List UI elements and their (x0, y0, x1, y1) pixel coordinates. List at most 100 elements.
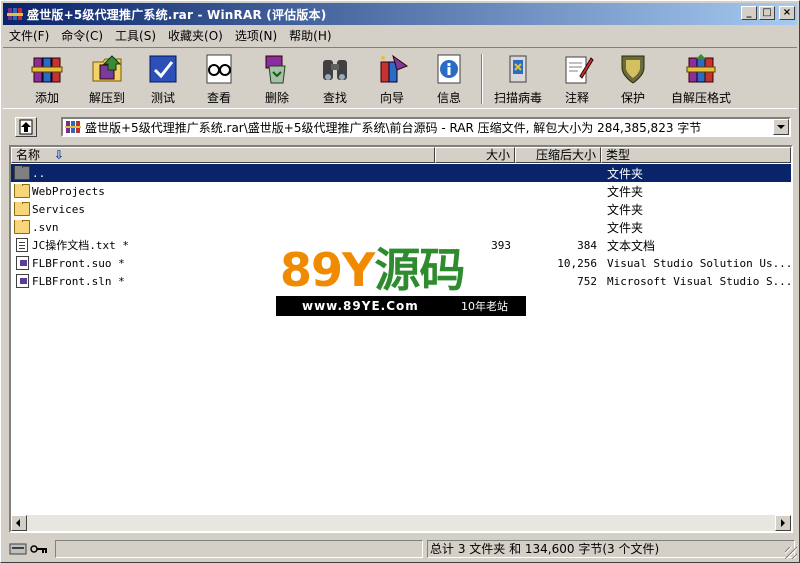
scroll-left-button[interactable] (11, 515, 27, 531)
archive-icon (65, 120, 81, 134)
column-size-header[interactable]: 大小 (435, 147, 515, 163)
scroll-right-button[interactable] (775, 515, 791, 531)
path-combobox[interactable]: 盛世版+5级代理推广系统.rar\盛世版+5级代理推广系统\前台源码 - RAR… (61, 117, 791, 137)
file-list[interactable]: 名称 ⇩ 大小 压缩后大小 类型 .. 文件夹 WebProjects 文件夹 … (9, 145, 793, 533)
horizontal-scrollbar[interactable] (11, 515, 791, 531)
file-type: 文件夹 (607, 220, 644, 235)
status-bar: 总计 3 文件夹 和 134,600 字节(3 个文件) (3, 539, 797, 559)
extract-to-button[interactable]: 解压到 (77, 52, 137, 108)
find-binoculars-icon (318, 52, 352, 86)
file-name: WebProjects (32, 184, 105, 198)
column-name-label: 名称 (16, 148, 41, 162)
menu-tools[interactable]: 工具(S) (109, 27, 162, 44)
file-rows: .. 文件夹 WebProjects 文件夹 Services 文件夹 .svn (11, 164, 791, 290)
window-controls: _ □ × (739, 6, 795, 20)
wizard-icon (375, 52, 409, 86)
resize-grip[interactable] (785, 547, 797, 559)
column-type-header[interactable]: 类型 (601, 147, 791, 163)
file-name: FLBFront.suo * (32, 256, 125, 270)
add-label: 添加 (34, 91, 59, 105)
view-button[interactable]: 查看 (191, 52, 247, 108)
menu-options[interactable]: 选项(N) (229, 27, 283, 44)
menu-help[interactable]: 帮助(H) (283, 27, 337, 44)
table-row[interactable]: WebProjects 文件夹 (11, 182, 791, 200)
file-packed-size: 10,256 (557, 256, 597, 270)
view-label: 查看 (206, 91, 231, 105)
virus-scan-label: 扫描病毒 (493, 91, 542, 105)
comment-label: 注释 (564, 91, 589, 105)
status-left-panel (55, 540, 423, 558)
sfx-label: 自解压格式 (670, 91, 731, 105)
delete-button[interactable]: 删除 (249, 52, 305, 108)
delete-label: 删除 (264, 91, 289, 105)
info-button[interactable]: 信息 (421, 52, 477, 108)
column-packed-header[interactable]: 压缩后大小 (515, 147, 601, 163)
menu-bar: 文件(F) 命令(C) 工具(S) 收藏夹(O) 选项(N) 帮助(H) (3, 26, 338, 45)
comment-icon (560, 52, 594, 86)
folder-icon (14, 220, 30, 234)
table-row[interactable]: FLBFront.sln * 752 Microsoft Visual Stud… (11, 272, 791, 290)
status-summary: 总计 3 文件夹 和 134,600 字节(3 个文件) (427, 540, 795, 558)
file-name: JC操作文档.txt * (32, 239, 129, 252)
folder-icon (14, 184, 30, 198)
minimize-button[interactable]: _ (741, 6, 757, 20)
file-type: Visual Studio Solution Us... (607, 256, 791, 270)
file-name: .svn (32, 220, 59, 234)
path-text: 盛世版+5级代理推广系统.rar\盛世版+5级代理推广系统\前台源码 - RAR… (85, 120, 702, 135)
folder-icon (14, 202, 30, 216)
sort-arrow-icon: ⇩ (53, 148, 64, 162)
protect-label: 保护 (620, 91, 645, 105)
winrar-window: 盛世版+5级代理推广系统.rar - WinRAR (评估版本) _ □ × 文… (0, 0, 800, 563)
table-row[interactable]: .. 文件夹 (11, 164, 791, 182)
maximize-button[interactable]: □ (759, 6, 775, 20)
sfx-button[interactable]: 自解压格式 (663, 52, 739, 108)
file-name: Services (32, 202, 85, 216)
file-type: 文件夹 (607, 166, 644, 181)
info-icon (432, 52, 466, 86)
find-label: 查找 (322, 91, 347, 105)
up-folder-button[interactable] (15, 117, 37, 137)
close-button[interactable]: × (779, 6, 795, 20)
file-size: 393 (491, 238, 511, 252)
visual-studio-file-icon (16, 274, 29, 288)
wizard-button[interactable]: 向导 (363, 52, 421, 108)
drive-key-icon[interactable] (9, 541, 51, 557)
list-header: 名称 ⇩ 大小 压缩后大小 类型 (11, 147, 791, 163)
protect-button[interactable]: 保护 (607, 52, 659, 108)
protect-shield-icon (616, 52, 650, 86)
table-row[interactable]: FLBFront.suo * 10,256 Visual Studio Solu… (11, 254, 791, 272)
table-row[interactable]: .svn 文件夹 (11, 218, 791, 236)
wizard-label: 向导 (379, 91, 404, 105)
parent-folder-icon (14, 166, 30, 180)
file-type: 文件夹 (607, 184, 644, 199)
virus-scan-button[interactable]: 扫描病毒 (487, 52, 549, 108)
find-button[interactable]: 查找 (307, 52, 363, 108)
path-dropdown-button[interactable] (773, 119, 789, 135)
test-check-icon (146, 52, 180, 86)
comment-button[interactable]: 注释 (551, 52, 603, 108)
menu-commands[interactable]: 命令(C) (55, 27, 109, 44)
file-type: 文件夹 (607, 202, 644, 217)
menu-file[interactable]: 文件(F) (3, 27, 55, 44)
text-document-icon (16, 238, 28, 252)
file-type: Microsoft Visual Studio S... (607, 274, 791, 288)
table-row[interactable]: Services 文件夹 (11, 200, 791, 218)
address-bar: 盛世版+5级代理推广系统.rar\盛世版+5级代理推广系统\前台源码 - RAR… (3, 114, 797, 140)
visual-studio-file-icon (16, 256, 29, 270)
winrar-app-icon[interactable] (7, 6, 23, 22)
menu-favorites[interactable]: 收藏夹(O) (162, 27, 229, 44)
column-name-header[interactable]: 名称 ⇩ (11, 147, 435, 163)
sfx-icon (684, 52, 718, 86)
delete-recycle-icon (260, 52, 294, 86)
file-name: FLBFront.sln * (32, 274, 125, 288)
table-row[interactable]: JC操作文档.txt * 393 384 文本文档 (11, 236, 791, 254)
toolbar-separator (481, 54, 483, 104)
info-label: 信息 (436, 91, 461, 105)
up-arrow-icon (19, 119, 33, 135)
test-label: 测试 (150, 91, 175, 105)
add-button[interactable]: 添加 (17, 52, 77, 108)
file-type: 文本文档 (607, 238, 656, 253)
file-packed-size: 384 (577, 238, 597, 252)
test-button[interactable]: 测试 (137, 52, 189, 108)
title-bar[interactable]: 盛世版+5级代理推广系统.rar - WinRAR (评估版本) _ □ × (3, 3, 797, 25)
